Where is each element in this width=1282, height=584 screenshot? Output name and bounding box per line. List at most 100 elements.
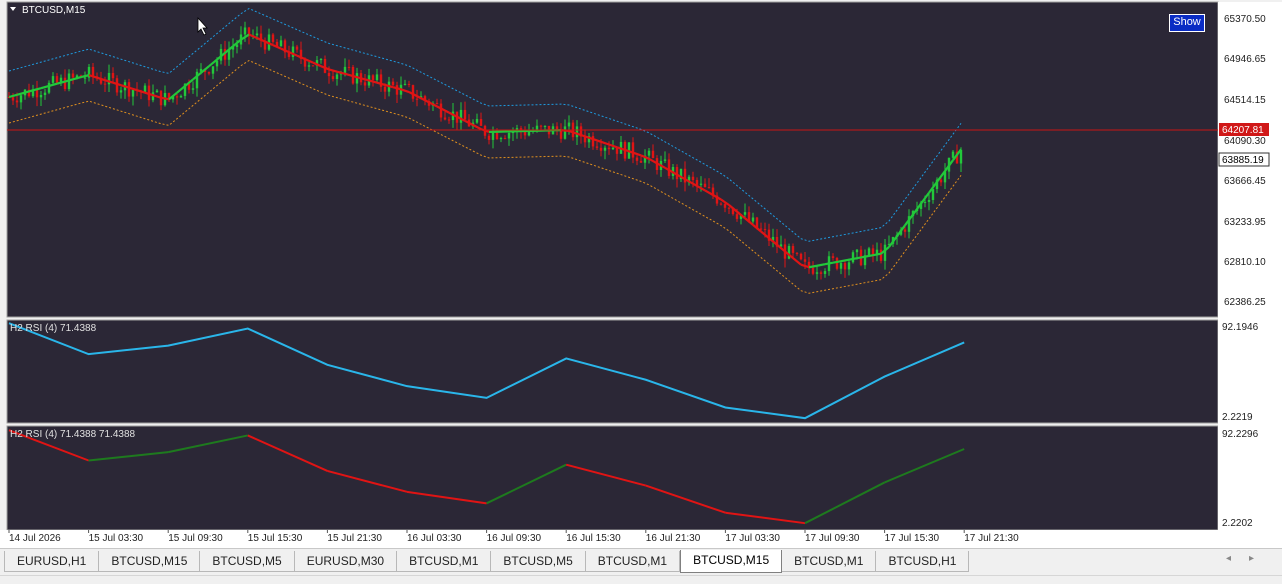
status-bar [0,575,1282,584]
price-tick: 65370.50 [1224,14,1266,25]
chart-tab[interactable]: BTCUSD,H1 [876,551,969,572]
candle-body [608,148,610,150]
candle-body [564,126,566,138]
candle-body [720,204,722,205]
chart-window[interactable]: 14 Jul 202615 Jul 03:3015 Jul 09:3015 Ju… [0,0,1282,548]
candle-body [600,148,602,151]
candle-body [476,119,478,123]
candle-body [824,271,826,274]
trend-line-segment [841,260,849,262]
candle-body [640,161,642,163]
candle-body [664,159,666,161]
candle-body [508,133,510,138]
chart-tab[interactable]: EURUSD,M30 [295,551,397,572]
tab-scroll-arrows[interactable]: ◂▸ [1226,553,1272,564]
candle-body [700,184,702,185]
rsi2-top-tick: 92.2296 [1222,429,1259,440]
chart-tab[interactable]: EURUSD,H1 [4,551,99,572]
candle-body [848,262,850,269]
candle-body [696,180,698,185]
rsi-pane-2[interactable] [7,426,1218,530]
candle-body [84,78,86,79]
candle-body [40,95,42,97]
candle-body [708,187,710,188]
candle-body [500,138,502,139]
time-tick: 15 Jul 09:30 [168,533,223,544]
candle-body [812,268,814,274]
candle-body [404,84,406,85]
candle-body [928,200,930,202]
candle-body [820,272,822,274]
rsi1-label: H2 RSI (4) 71.4388 [10,323,97,334]
candle-body [604,148,606,151]
price-tick: 64946.65 [1224,54,1266,65]
chart-tab[interactable]: BTCUSD,M1 [782,551,876,572]
candle-body [272,34,274,41]
chart-tab[interactable]: BTCUSD,M5 [491,551,585,572]
candle-body [540,126,542,127]
candle-body [416,99,418,100]
candle-body [412,85,414,99]
chart-tab[interactable]: BTCUSD,M5 [200,551,294,572]
chart-tab[interactable]: BTCUSD,M1 [397,551,491,572]
chart-tab[interactable]: BTCUSD,M15 [680,550,782,573]
trend-line-segment [865,255,873,257]
candle-body [464,110,466,120]
candle-body [280,40,282,46]
chart-tab[interactable]: BTCUSD,M1 [586,551,680,572]
candle-body [116,78,118,92]
candle-body [144,86,146,92]
trend-line-segment [873,254,881,256]
candle-body [16,101,18,103]
candle-body [396,85,398,95]
trend-line-segment [809,266,817,268]
price-tick: 62386.25 [1224,297,1266,308]
candle-body [120,90,122,92]
candle-body [444,118,446,120]
candle-body [836,258,838,269]
candle-body [692,177,694,180]
chart-tab[interactable]: BTCUSD,M15 [99,551,200,572]
candle-body [384,87,386,92]
candle-body [560,130,562,139]
candle-body [72,74,74,78]
candle-body [704,184,706,187]
candle-body [844,263,846,269]
candle-body [364,82,366,85]
candle-body [308,65,310,66]
candle-body [612,148,614,149]
chart-tab-bar: EURUSD,H1BTCUSD,M15BTCUSD,M5EURUSD,M30BT… [0,548,1282,583]
candle-body [596,146,598,147]
candle-body [408,84,410,85]
candle-body [376,74,378,80]
candle-body [796,253,798,254]
candle-body [652,151,654,158]
candle-body [440,104,442,118]
show-button[interactable]: Show [1169,14,1205,32]
candle-body [636,158,638,161]
candle-body [764,229,766,230]
candle-body [744,212,746,215]
candle-body [336,74,338,79]
candle-body [524,132,526,136]
candle-body [792,246,794,253]
candle-body [156,91,158,93]
candle-body [480,119,482,126]
trend-line-segment [849,258,857,260]
time-tick: 17 Jul 15:30 [885,533,940,544]
candle-body [52,76,54,83]
candle-body [832,256,834,258]
price-tick: 63233.95 [1224,217,1266,228]
time-tick: 15 Jul 15:30 [248,533,303,544]
candle-body [868,248,870,255]
candle-body [372,75,374,80]
main-price-pane[interactable] [7,2,1218,317]
time-tick: 16 Jul 09:30 [487,533,542,544]
candle-body [880,250,882,261]
candle-body [668,159,670,176]
candle-body [324,59,326,73]
candle-body [952,152,954,158]
chart-canvas[interactable]: 14 Jul 202615 Jul 03:3015 Jul 09:3015 Ju… [0,0,1282,548]
time-tick: 16 Jul 21:30 [646,533,701,544]
price-tick: 63666.45 [1224,176,1266,187]
